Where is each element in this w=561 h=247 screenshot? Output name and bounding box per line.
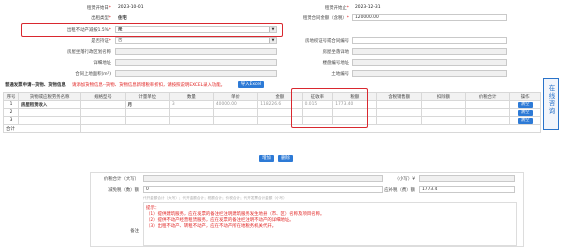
- price-cell[interactable]: [212, 116, 259, 125]
- price-cell[interactable]: 40000.00: [212, 100, 259, 109]
- total-label: 合计: [2, 124, 82, 133]
- qty-cell[interactable]: 3: [168, 100, 214, 109]
- import-excel-button[interactable]: 导入Excel: [238, 81, 264, 88]
- row-number: 2: [3, 108, 19, 117]
- lease-end-value[interactable]: 2023-12-31: [355, 5, 381, 10]
- gross-cell[interactable]: [376, 100, 422, 109]
- land-area-input[interactable]: [115, 70, 277, 77]
- add-row-button[interactable]: 增加: [259, 155, 274, 162]
- unit-cell[interactable]: [124, 108, 170, 117]
- land-no-input[interactable]: [352, 70, 507, 77]
- spec-cell[interactable]: [80, 116, 126, 125]
- table-row: 1 房屋租赁收入 月 3 40000.00 118226.6 0.015 177…: [3, 100, 541, 109]
- unit-cell[interactable]: [124, 116, 170, 125]
- goods-name-cell[interactable]: 房屋租赁收入: [17, 100, 82, 109]
- table-total-row: 合计: [2, 124, 541, 133]
- lease-start-value[interactable]: 2023-10-01: [118, 5, 144, 10]
- rental-type-value[interactable]: 住宅: [118, 15, 127, 21]
- building-no-input[interactable]: [352, 59, 507, 66]
- tax-due-input[interactable]: 1773.4: [419, 186, 515, 193]
- address-input[interactable]: [115, 59, 277, 66]
- remark-line: （3）出租不动产、转租不动产，应在不动产所在地税务机关代开。: [146, 224, 277, 229]
- col-header: 价税合计: [464, 92, 511, 101]
- rental-type-label: 出租类型*: [91, 16, 111, 21]
- remark-textarea[interactable]: 提示： （1）提供建筑服务，应在发票的备注栏注明建筑服务发生地县（市、区）名称及…: [143, 202, 517, 246]
- col-header: 操作: [509, 92, 541, 101]
- col-header: 货物或应税劳务名称: [17, 92, 82, 101]
- goods-table: 序号 货物或应税劳务名称 规格型号 计量单位 数量 单价 金额 征收率 税额 含…: [2, 92, 541, 133]
- house-location-input[interactable]: [352, 48, 507, 55]
- action-cell: 清空: [509, 116, 541, 125]
- qty-cell[interactable]: [168, 116, 214, 125]
- lease-end-label: 租赁开始止*: [324, 6, 349, 11]
- gross-cell[interactable]: [376, 116, 422, 125]
- table-row: 3 清空: [3, 116, 541, 125]
- deduct-cell[interactable]: [420, 116, 467, 125]
- action-cell: 清空: [509, 100, 541, 109]
- highlight-box: [291, 88, 368, 128]
- qty-cell[interactable]: [168, 108, 214, 117]
- address-label: 详细地址: [93, 61, 111, 66]
- gross-cell[interactable]: [376, 108, 422, 117]
- house-location-label: 房屋坐落详地: [322, 50, 349, 55]
- chevron-down-icon: ▼: [269, 38, 276, 43]
- clear-row-button[interactable]: 清空: [517, 109, 533, 116]
- contract-amount-input[interactable]: 120000.00: [352, 14, 507, 21]
- land-area-label: 合同上地面积(m²): [75, 72, 111, 77]
- notice-warning: 请添加货物信息--货物、货物信息新增税率折扣，请按照说明EXCEL录入功能。: [72, 83, 226, 88]
- price-tax-small-label: （小写）¥: [394, 177, 415, 182]
- price-tax-words-label: 价税合计（大写）: [103, 177, 139, 182]
- clear-row-button[interactable]: 清空: [517, 101, 533, 108]
- amount-footnote: 代开金额合计（大写）；代开金额合计；税额合计；价税合计；代开发票合计金额（小写）: [143, 196, 287, 200]
- deduct-cell[interactable]: [420, 108, 467, 117]
- unit-cell[interactable]: 月: [124, 100, 170, 109]
- district-input[interactable]: [115, 48, 277, 55]
- table-header-row: 序号 货物或应税劳务名称 规格型号 计量单位 数量 单价 金额 征收率 税额 含…: [3, 92, 541, 101]
- land-no-label: 土地编号: [331, 72, 349, 77]
- notice-title: 普通发票申请--货物、货物信息: [5, 83, 66, 88]
- col-header: 规格型号: [80, 92, 126, 101]
- cert-no-label: 房地权证号或合同编号: [305, 39, 349, 44]
- total-cell[interactable]: [464, 100, 511, 109]
- remark-label: 备注: [130, 229, 139, 234]
- col-header: 计量单位: [124, 92, 170, 101]
- online-help-tab[interactable]: 在线咨询: [543, 78, 559, 130]
- clear-row-button[interactable]: 清空: [517, 117, 533, 124]
- table-row: 2 清空: [3, 108, 541, 117]
- row-number: 1: [3, 100, 19, 109]
- col-header: 序号: [3, 92, 19, 101]
- reduce-tax-label: 减免税（数）额: [108, 188, 139, 193]
- contract-amount-label: 租赁合同金额（含税）*: [302, 16, 349, 21]
- goods-name-cell[interactable]: [17, 108, 82, 117]
- highlight-box: [21, 23, 283, 37]
- summary-block: 价税合计（大写） （小写）¥ 减免税（数）额 0 应补税（费）额 1773.4 …: [90, 172, 524, 247]
- col-header: 扣除额: [420, 92, 467, 101]
- online-help-label: 在线咨询: [548, 84, 556, 115]
- col-header: 数量: [168, 92, 214, 101]
- lease-start-label: 租赁开始日*: [86, 6, 111, 11]
- goods-name-cell[interactable]: [17, 116, 82, 125]
- price-tax-small-input: [419, 175, 515, 182]
- district-label: 房屋坐落行政区划名称: [67, 50, 111, 55]
- price-tax-words-input: [143, 175, 383, 182]
- col-header: 单价: [212, 92, 259, 101]
- col-header: 含税销售额: [376, 92, 422, 101]
- has-cert-label: 是否持证*: [91, 39, 111, 44]
- action-cell: 清空: [509, 108, 541, 117]
- spec-cell[interactable]: [80, 100, 126, 109]
- has-cert-select[interactable]: 否 ▼: [115, 37, 277, 44]
- reduce-tax-input[interactable]: 0: [143, 186, 383, 193]
- delete-row-button[interactable]: 删除: [278, 155, 293, 162]
- row-number: 3: [3, 116, 19, 125]
- tax-due-label: 应补税（费）额: [384, 188, 415, 193]
- deduct-cell[interactable]: [420, 100, 467, 109]
- price-cell[interactable]: [212, 108, 259, 117]
- spec-cell[interactable]: [80, 108, 126, 117]
- total-cell[interactable]: [464, 116, 511, 125]
- building-no-label: 楼盘编号地址: [322, 61, 349, 66]
- total-cell[interactable]: [464, 108, 511, 117]
- cert-no-input[interactable]: [352, 37, 507, 44]
